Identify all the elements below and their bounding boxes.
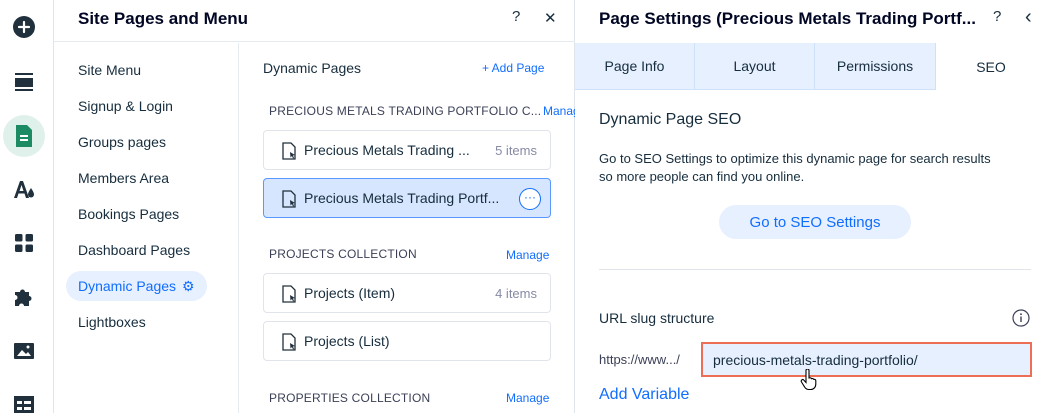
url-prefix: https://www.../ bbox=[599, 352, 680, 367]
pages-menu: Site Menu Signup & Login Groups pages Me… bbox=[54, 43, 239, 413]
menu-item-label: Bookings Pages bbox=[78, 206, 180, 222]
panel-header: Site Pages and Menu ? ✕ bbox=[54, 0, 575, 42]
menu-item-site-menu[interactable]: Site Menu bbox=[66, 55, 141, 85]
menu-item-dashboard-pages[interactable]: Dashboard Pages bbox=[66, 235, 190, 265]
dynamic-page-icon bbox=[281, 285, 297, 308]
tab-permissions[interactable]: Permissions bbox=[815, 43, 936, 90]
pages-button[interactable] bbox=[3, 115, 45, 157]
apps-icon bbox=[14, 233, 34, 253]
go-to-seo-settings-button[interactable]: Go to SEO Settings bbox=[719, 205, 911, 239]
back-icon[interactable]: ‹ bbox=[1025, 6, 1032, 29]
page-item[interactable]: Projects (Item) 4 items bbox=[263, 273, 551, 313]
plus-circle-icon bbox=[12, 15, 36, 39]
tab-label: Permissions bbox=[836, 58, 914, 74]
tab-page-info[interactable]: Page Info bbox=[575, 43, 695, 90]
url-slug-input[interactable]: precious-metals-trading-portfolio/ bbox=[701, 342, 1032, 377]
panel-title: Page Settings (Precious Metals Trading P… bbox=[599, 9, 976, 28]
help-button[interactable]: ? bbox=[512, 8, 520, 25]
page-name: Precious Metals Trading Portf... bbox=[304, 190, 500, 206]
dynamic-page-icon bbox=[281, 333, 297, 356]
add-elements-button[interactable] bbox=[3, 6, 45, 48]
more-actions-button[interactable]: ··· bbox=[519, 188, 541, 210]
panel-title: Site Pages and Menu bbox=[78, 9, 249, 28]
page-name: Precious Metals Trading ... bbox=[304, 142, 470, 158]
manage-link[interactable]: Manage bbox=[506, 391, 549, 405]
site-pages-panel: Site Pages and Menu ? ✕ Site Menu Signup… bbox=[54, 0, 580, 413]
menu-item-label: Dynamic Pages bbox=[78, 278, 177, 294]
tab-layout[interactable]: Layout bbox=[695, 43, 815, 90]
help-button[interactable]: ? bbox=[993, 8, 1001, 25]
page-item-selected[interactable]: Precious Metals Trading Portf... ··· bbox=[263, 178, 551, 218]
puzzle-icon bbox=[13, 286, 35, 308]
menu-item-members-area[interactable]: Members Area bbox=[66, 163, 169, 193]
menu-item-groups-pages[interactable]: Groups pages bbox=[66, 127, 166, 157]
media-button[interactable] bbox=[3, 330, 45, 372]
page-item[interactable]: Precious Metals Trading ... 5 items bbox=[263, 130, 551, 170]
dynamic-page-icon bbox=[281, 190, 297, 213]
media-icon bbox=[13, 342, 35, 360]
tab-label: Layout bbox=[733, 58, 776, 74]
menu-item-signup-login[interactable]: Signup & Login bbox=[66, 91, 173, 121]
design-button[interactable] bbox=[3, 168, 45, 210]
tab-label: SEO bbox=[976, 58, 1006, 75]
menu-item-label: Site Menu bbox=[78, 62, 142, 78]
pages-icon bbox=[13, 124, 35, 148]
dynamic-page-icon bbox=[281, 142, 297, 165]
cms-button[interactable] bbox=[3, 384, 45, 413]
settings-tabs: Page Info Layout Permissions SEO bbox=[575, 43, 1046, 90]
add-section-button[interactable] bbox=[3, 61, 45, 103]
left-toolbar bbox=[0, 0, 54, 413]
menu-item-label: Members Area bbox=[78, 170, 170, 186]
collection-label: PROPERTIES COLLECTION bbox=[269, 391, 431, 405]
item-count: 5 items bbox=[495, 143, 537, 158]
sections-icon bbox=[13, 72, 35, 92]
cms-icon bbox=[13, 395, 35, 413]
add-page-button[interactable]: + Add Page bbox=[482, 61, 544, 75]
design-icon bbox=[12, 178, 36, 200]
section-title: Dynamic Pages bbox=[263, 60, 362, 76]
seo-description: Go to SEO Settings to optimize this dyna… bbox=[599, 151, 991, 184]
divider bbox=[599, 269, 1031, 270]
section-heading: Dynamic Page SEO bbox=[599, 111, 742, 128]
apps-button[interactable] bbox=[3, 222, 45, 264]
close-icon[interactable]: ✕ bbox=[544, 9, 557, 27]
business-apps-button[interactable] bbox=[3, 276, 45, 318]
menu-item-lightboxes[interactable]: Lightboxes bbox=[66, 307, 146, 337]
page-settings-panel: Page Settings (Precious Metals Trading P… bbox=[575, 0, 1046, 413]
collection-label: PRECIOUS METALS TRADING PORTFOLIO C... bbox=[269, 104, 542, 118]
menu-item-label: Dashboard Pages bbox=[78, 242, 191, 258]
hand-pointer-icon bbox=[800, 368, 818, 396]
menu-item-label: Signup & Login bbox=[78, 98, 173, 114]
url-slug-label: URL slug structure bbox=[599, 310, 715, 326]
page-name: Projects (Item) bbox=[304, 285, 396, 301]
menu-item-label: Groups pages bbox=[78, 134, 166, 150]
tab-label: Page Info bbox=[604, 58, 665, 74]
menu-item-bookings-pages[interactable]: Bookings Pages bbox=[66, 199, 179, 229]
url-slug-value: precious-metals-trading-portfolio/ bbox=[713, 351, 918, 368]
add-variable-link[interactable]: Add Variable bbox=[599, 386, 689, 404]
page-name: Projects (List) bbox=[304, 333, 390, 349]
page-item[interactable]: Projects (List) bbox=[263, 321, 551, 361]
tab-seo[interactable]: SEO bbox=[936, 43, 1046, 90]
menu-item-label: Lightboxes bbox=[78, 314, 146, 330]
menu-item-dynamic-pages[interactable]: Dynamic Pages ⚙ bbox=[66, 271, 207, 301]
gear-icon[interactable]: ⚙ bbox=[182, 278, 195, 295]
manage-link[interactable]: Manage bbox=[506, 248, 549, 262]
item-count: 4 items bbox=[495, 286, 537, 301]
info-icon[interactable] bbox=[1012, 309, 1030, 332]
collection-label: PROJECTS COLLECTION bbox=[269, 247, 417, 261]
